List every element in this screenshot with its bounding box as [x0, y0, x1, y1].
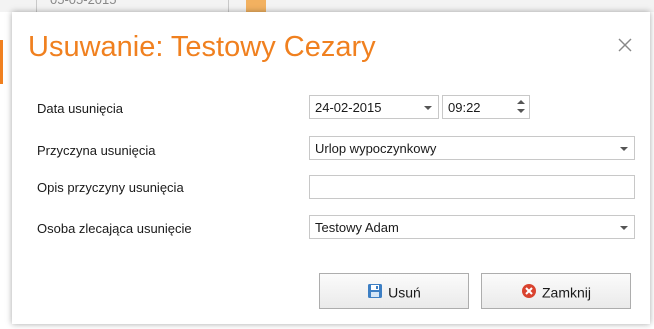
requester-select[interactable]: Testowy Adam — [309, 215, 635, 239]
delete-button-label: Usuń — [388, 284, 421, 301]
date-picker[interactable]: 24-02-2015 — [309, 95, 439, 119]
cancel-icon — [521, 283, 537, 302]
time-stepper[interactable]: 09:22 — [442, 95, 530, 119]
time-value: 09:22 — [448, 100, 481, 115]
requester-label: Osoba zlecająca usunięcie — [37, 221, 192, 236]
background-accent-bar — [0, 40, 3, 84]
close-button[interactable]: Zamknij — [481, 273, 631, 309]
background-app: 05-05-2015 — [0, 0, 654, 12]
close-icon[interactable] — [614, 34, 636, 56]
close-button-label: Zamknij — [541, 284, 591, 301]
chevron-down-icon[interactable] — [424, 106, 432, 110]
background-date: 05-05-2015 — [50, 0, 117, 7]
chevron-down-icon[interactable] — [517, 109, 525, 113]
chevron-up-icon[interactable] — [517, 100, 525, 104]
background-divider — [228, 0, 229, 12]
background-orange-block — [246, 0, 266, 12]
reason-label: Przyczyna usunięcia — [37, 143, 156, 158]
reason-value: Urlop wypoczynkowy — [315, 141, 437, 156]
description-input[interactable] — [309, 175, 635, 199]
date-value: 24-02-2015 — [315, 100, 382, 115]
requester-value: Testowy Adam — [315, 220, 399, 235]
delete-dialog: Usuwanie: Testowy Cezary Data usunięcia … — [12, 12, 650, 324]
dialog-title: Usuwanie: Testowy Cezary — [28, 31, 376, 63]
spinner-icon[interactable] — [517, 98, 525, 116]
description-label: Opis przyczyny usunięcia — [37, 180, 184, 195]
chevron-down-icon[interactable] — [620, 226, 628, 230]
reason-select[interactable]: Urlop wypoczynkowy — [309, 136, 635, 160]
chevron-down-icon[interactable] — [620, 147, 628, 151]
background-divider — [36, 0, 37, 12]
save-icon — [367, 283, 383, 302]
delete-button[interactable]: Usuń — [319, 273, 469, 309]
date-label: Data usunięcia — [37, 101, 123, 116]
